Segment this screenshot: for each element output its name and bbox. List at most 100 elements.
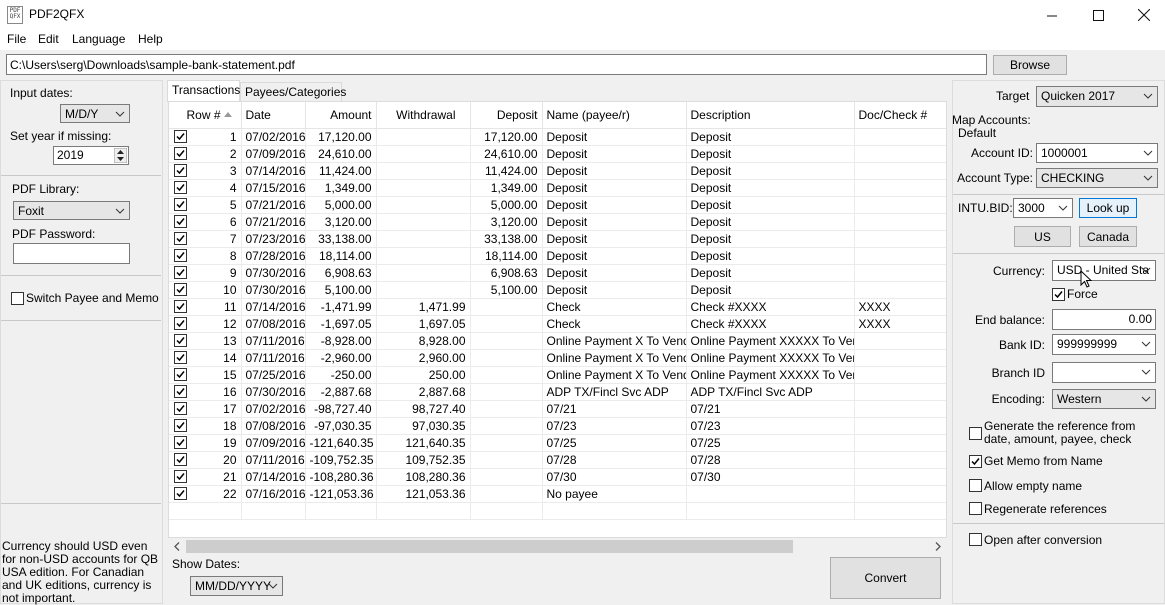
withdrawal-cell[interactable] — [376, 179, 471, 197]
table-row[interactable]: 15 07/25/2016 -250.00 250.00 Online Payment … — [169, 366, 946, 384]
amount-cell[interactable]: 33,138.00 — [305, 230, 377, 248]
deposit-cell[interactable] — [470, 400, 543, 418]
doc-check-cell[interactable] — [854, 468, 946, 486]
name-cell[interactable]: Online Payment X To Vendor — [542, 349, 687, 367]
row-include-checkbox[interactable] — [174, 350, 187, 364]
transactions-table[interactable]: Row # Date Amount Withdrawal Deposit Nam… — [168, 101, 947, 538]
switch-payee-checkbox[interactable] — [11, 292, 24, 305]
description-cell[interactable]: Deposit — [686, 281, 855, 299]
withdrawal-cell[interactable] — [376, 196, 471, 214]
amount-cell[interactable]: -121,053.36 — [305, 485, 377, 503]
intu-bid-select[interactable]: 3000 — [1013, 198, 1073, 218]
doc-check-cell[interactable] — [854, 451, 946, 469]
row-include-checkbox[interactable] — [174, 486, 187, 500]
name-cell[interactable]: Deposit — [542, 281, 687, 299]
pdf-path-input[interactable]: C:\Users\serg\Downloads\sample-bank-stat… — [6, 54, 987, 75]
amount-cell[interactable]: -250.00 — [305, 366, 377, 384]
deposit-cell[interactable]: 3,120.00 — [470, 213, 543, 231]
amount-cell[interactable]: 3,120.00 — [305, 213, 377, 231]
table-row[interactable]: 7 07/23/2016 33,138.00 33,138.00 Deposit Depo… — [169, 230, 946, 248]
row-include-checkbox[interactable] — [174, 401, 187, 415]
table-row[interactable]: 9 07/30/2016 6,908.63 6,908.63 Deposit Deposi… — [169, 264, 946, 282]
description-cell[interactable]: Deposit — [686, 230, 855, 248]
browse-button[interactable]: Browse — [993, 55, 1067, 75]
description-cell[interactable]: Deposit — [686, 162, 855, 180]
row-number-cell[interactable]: 15 — [169, 366, 242, 384]
deposit-cell[interactable]: 1,349.00 — [470, 179, 543, 197]
regenerate-references-checkbox[interactable] — [969, 502, 982, 515]
description-cell[interactable]: 07/21 — [686, 400, 855, 418]
table-row[interactable]: 20 07/11/2016 -109,752.35 109,752.35 07/28 07… — [169, 451, 946, 469]
amount-cell[interactable]: -8,928.00 — [305, 332, 377, 350]
withdrawal-cell[interactable]: 98,727.40 — [376, 400, 471, 418]
row-include-checkbox[interactable] — [174, 316, 187, 330]
name-cell[interactable]: Check — [542, 298, 687, 316]
doc-check-cell[interactable] — [854, 434, 946, 452]
amount-cell[interactable]: -97,030.35 — [305, 417, 377, 435]
lookup-button[interactable]: Look up — [1079, 198, 1137, 218]
deposit-cell[interactable]: 5,000.00 — [470, 196, 543, 214]
deposit-cell[interactable] — [470, 451, 543, 469]
branch-id-select[interactable] — [1052, 362, 1156, 383]
menu-edit[interactable]: Edit — [38, 32, 59, 46]
date-cell[interactable]: 07/09/2016 — [241, 145, 306, 163]
row-include-checkbox[interactable] — [174, 469, 187, 483]
table-row[interactable]: 4 07/15/2016 1,349.00 1,349.00 Deposit Deposi… — [169, 179, 946, 197]
doc-check-cell[interactable] — [854, 349, 946, 367]
row-include-checkbox[interactable] — [174, 248, 187, 262]
withdrawal-cell[interactable]: 97,030.35 — [376, 417, 471, 435]
doc-check-cell[interactable] — [854, 366, 946, 384]
amount-cell[interactable]: 6,908.63 — [305, 264, 377, 282]
name-cell[interactable]: Deposit — [542, 179, 687, 197]
date-cell[interactable]: 07/16/2016 — [241, 485, 306, 503]
doc-check-cell[interactable] — [854, 196, 946, 214]
deposit-cell[interactable] — [470, 366, 543, 384]
row-number-cell[interactable]: 21 — [169, 468, 242, 486]
name-cell[interactable]: Online Payment X To Vendor — [542, 366, 687, 384]
withdrawal-cell[interactable]: 1,471.99 — [376, 298, 471, 316]
doc-check-cell[interactable] — [854, 128, 946, 146]
deposit-cell[interactable] — [470, 434, 543, 452]
name-cell[interactable]: Deposit — [542, 230, 687, 248]
doc-check-cell[interactable] — [854, 400, 946, 418]
menu-language[interactable]: Language — [72, 32, 125, 46]
name-cell[interactable]: Deposit — [542, 162, 687, 180]
row-number-cell[interactable]: 7 — [169, 230, 242, 248]
account-id-select[interactable]: 1000001 — [1036, 143, 1158, 163]
deposit-cell[interactable] — [470, 298, 543, 316]
row-number-cell[interactable]: 16 — [169, 383, 242, 401]
get-memo-checkbox[interactable] — [969, 455, 982, 468]
doc-check-cell[interactable] — [854, 264, 946, 282]
table-row[interactable]: 2 07/09/2016 24,610.00 24,610.00 Deposit Depo… — [169, 145, 946, 163]
doc-check-cell[interactable] — [854, 417, 946, 435]
table-row[interactable]: 3 07/14/2016 11,424.00 11,424.00 Deposit Depo… — [169, 162, 946, 180]
row-include-checkbox[interactable] — [174, 265, 187, 279]
row-number-cell[interactable]: 12 — [169, 315, 242, 333]
doc-check-cell[interactable] — [854, 247, 946, 265]
description-cell[interactable]: Deposit — [686, 196, 855, 214]
withdrawal-cell[interactable]: 2,960.00 — [376, 349, 471, 367]
withdrawal-cell[interactable] — [376, 162, 471, 180]
deposit-cell[interactable] — [470, 349, 543, 367]
row-include-checkbox[interactable] — [174, 299, 187, 313]
row-number-cell[interactable]: 3 — [169, 162, 242, 180]
doc-check-cell[interactable] — [854, 230, 946, 248]
allow-empty-checkbox[interactable] — [969, 479, 982, 492]
amount-cell[interactable]: 17,120.00 — [305, 128, 377, 146]
amount-cell[interactable]: -98,727.40 — [305, 400, 377, 418]
row-number-cell[interactable]: 19 — [169, 434, 242, 452]
row-number-cell[interactable]: 10 — [169, 281, 242, 299]
withdrawal-cell[interactable]: 2,887.68 — [376, 383, 471, 401]
row-number-cell[interactable]: 13 — [169, 332, 242, 350]
row-include-checkbox[interactable] — [174, 435, 187, 449]
row-include-checkbox[interactable] — [174, 367, 187, 381]
name-cell[interactable]: Check — [542, 315, 687, 333]
description-cell[interactable]: 07/28 — [686, 451, 855, 469]
row-number-cell[interactable]: 2 — [169, 145, 242, 163]
deposit-cell[interactable] — [470, 485, 543, 503]
name-cell[interactable]: 07/30 — [542, 468, 687, 486]
table-row[interactable]: 1 07/02/2016 17,120.00 17,120.00 Deposit Depo… — [169, 128, 946, 146]
row-number-cell[interactable]: 5 — [169, 196, 242, 214]
deposit-cell[interactable]: 33,138.00 — [470, 230, 543, 248]
table-row[interactable]: 16 07/30/2016 -2,887.68 2,887.68 ADP TX/Finc… — [169, 383, 946, 401]
